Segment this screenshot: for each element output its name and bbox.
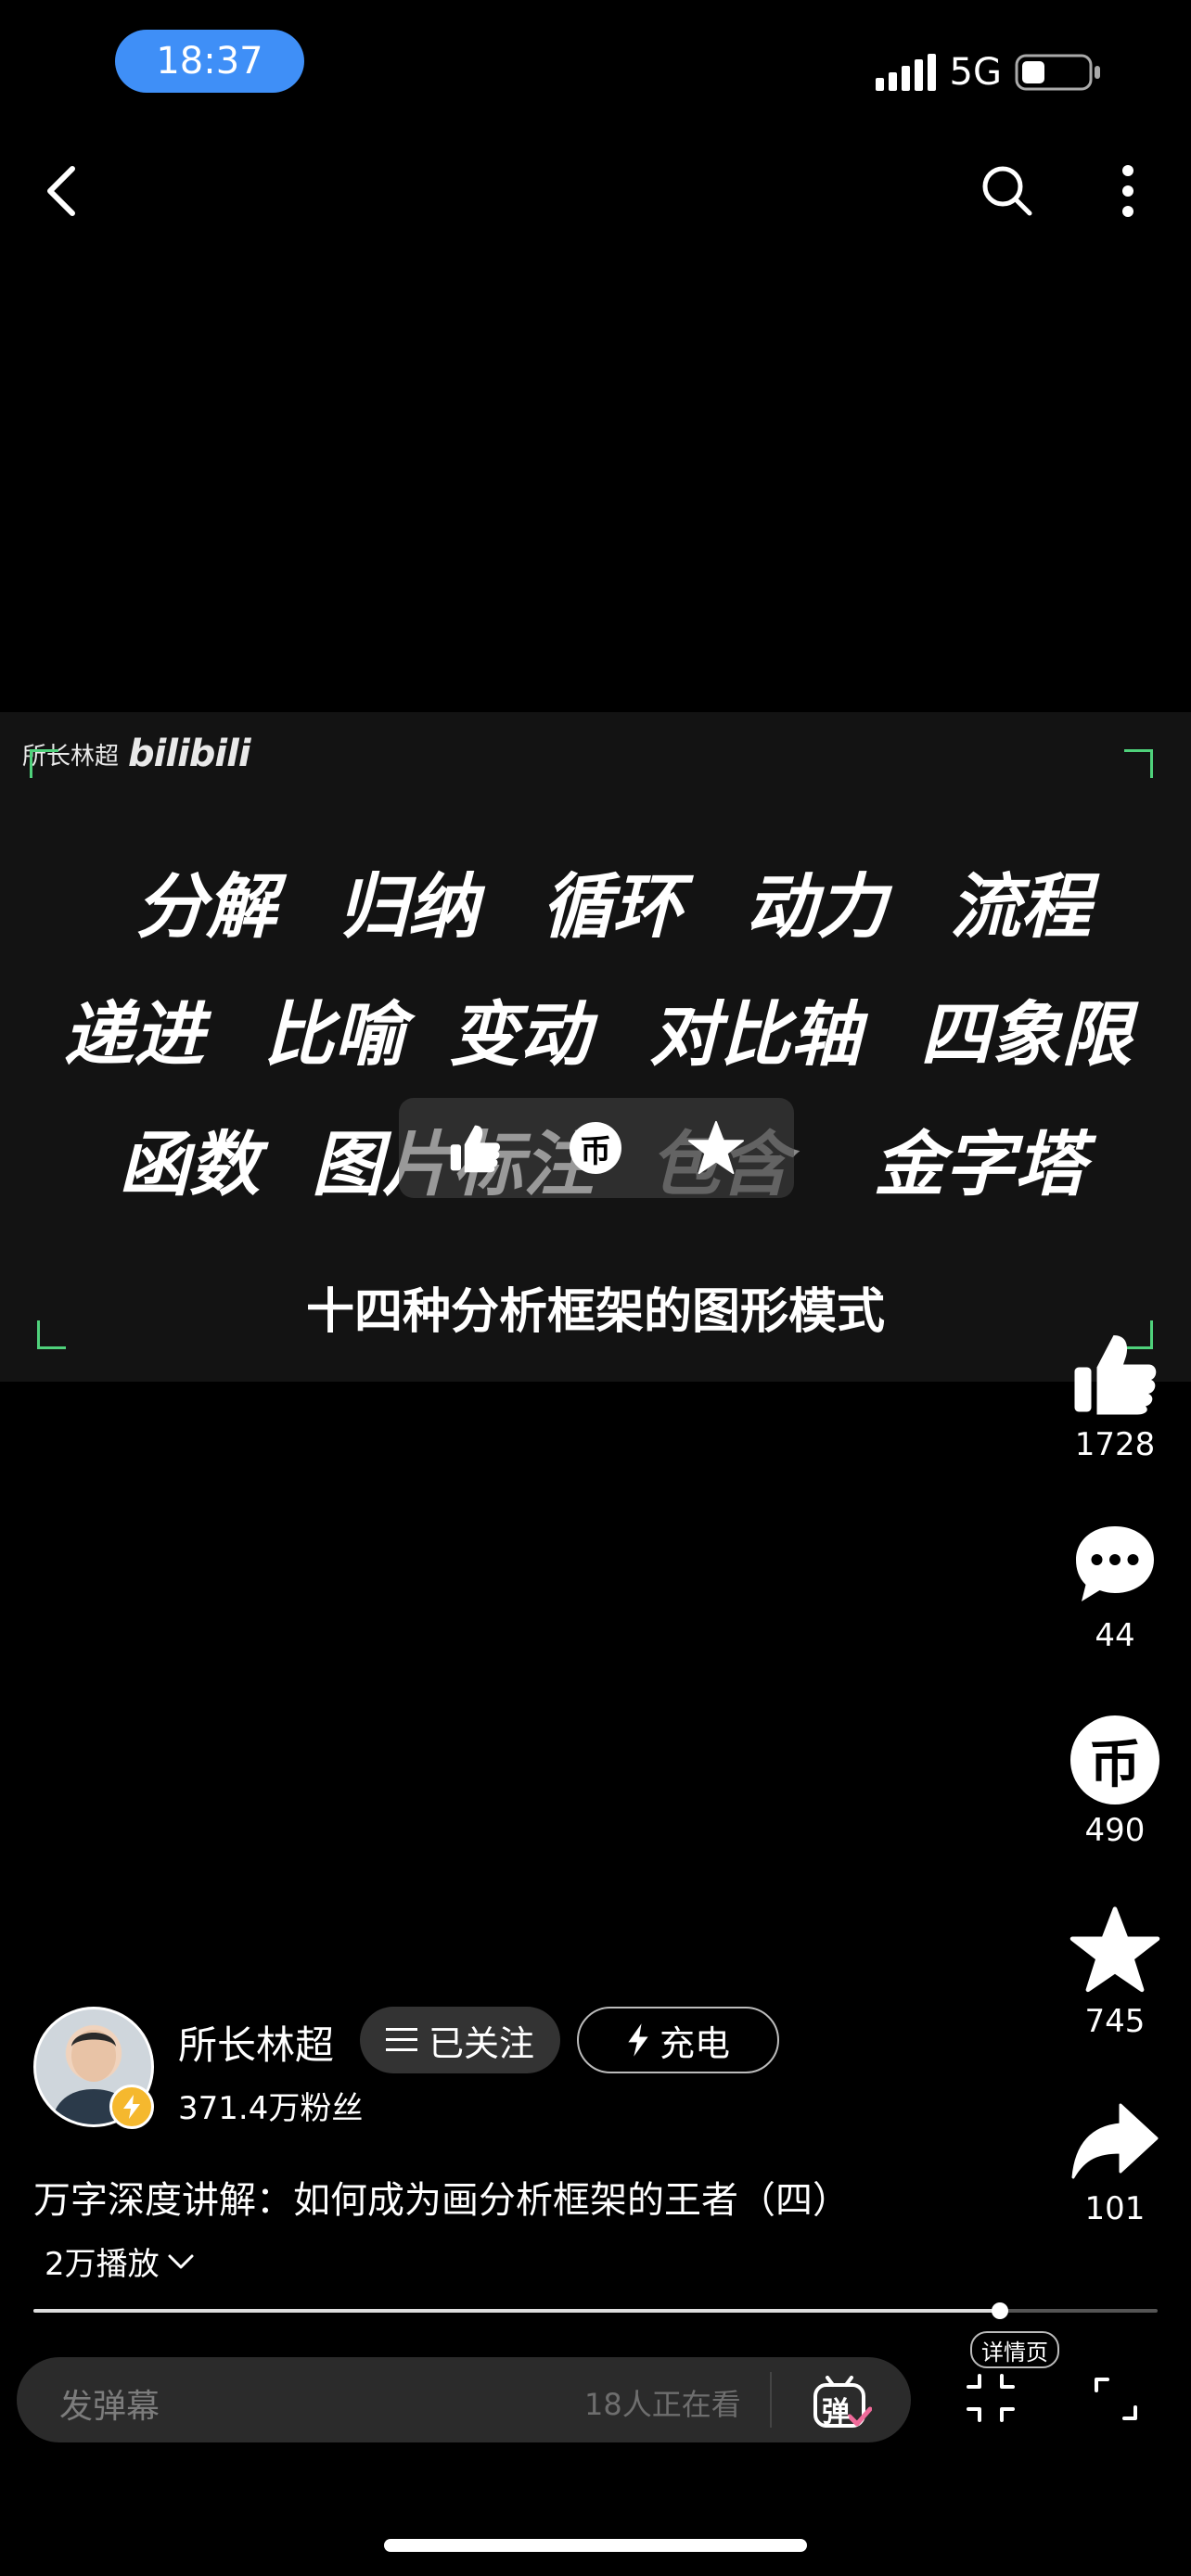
fans-count: 371.4万粉丝 [178,2090,364,2127]
share-icon [1071,2103,1159,2179]
frame-corner [30,749,58,778]
framework-word: 归纳 [338,865,479,948]
play-count-label: 2万播放 [45,2246,160,2283]
danmaku-toggle-icon: 弹 [813,2376,872,2431]
signal-icon [875,54,936,91]
uploader-name[interactable]: 所长林超 [178,2014,334,2071]
home-indicator[interactable] [384,2539,807,2552]
framework-word: 流程 [950,865,1091,948]
framework-word: 循环 [542,865,683,948]
danmaku-placeholder: 发弹幕 [59,2388,160,2426]
framework-word: 变动 [449,993,590,1076]
coin-icon: 币 [570,1122,621,1174]
danmaku-toggle-glyph: 弹 [822,2396,850,2429]
star-icon [687,1120,745,1175]
more-vertical-icon [1122,165,1133,217]
video-title: 万字深度讲解：如何成为画分析框架的王者（四） [33,2179,850,2222]
thumb-up-icon [450,1125,500,1173]
video-subtitle: 十四种分析框架的图形模式 [305,1284,885,1340]
frame-corner [1124,749,1153,778]
framework-word: 金字塔 [874,1123,1085,1205]
follow-button[interactable]: 已关注 [360,2007,560,2073]
fullscreen-icon [1095,2378,1137,2420]
fullscreen-button[interactable] [1093,2376,1139,2422]
overlay-coin-button[interactable]: 币 [566,1118,625,1178]
coin-icon: 币 [1070,1715,1159,1804]
comment-button[interactable]: 44 [1059,1521,1171,1654]
overlay-favorite-button[interactable] [683,1116,749,1180]
divider [770,2372,772,2428]
more-button[interactable] [1109,158,1146,224]
danmaku-toggle-button[interactable]: 弹 [809,2370,876,2437]
progress-knob[interactable] [992,2302,1009,2319]
status-time: 18:37 [115,30,304,93]
overlay-like-button[interactable] [442,1116,508,1180]
like-button[interactable]: 1728 [1059,1330,1171,1463]
watching-count: 18人正在看 [584,2387,741,2422]
chevron-left-icon [47,166,75,216]
comment-icon [1076,1526,1154,1601]
favorite-button[interactable]: 745 [1059,1905,1171,2040]
star-icon [1069,1906,1160,1993]
menu-lines-icon [385,2028,417,2051]
chevron-down-icon [168,2254,194,2268]
framework-word: 分解 [135,865,276,948]
status-indicators: 5G [875,48,1102,96]
charge-button[interactable]: 充电 [577,2007,779,2073]
like-count: 1728 [1074,1426,1156,1463]
charge-label: 充电 [659,2022,730,2064]
framework-word: 递进 [63,993,204,1076]
share-button[interactable]: 101 [1059,2099,1171,2227]
share-count: 101 [1084,2190,1146,2227]
thumb-up-icon [1074,1335,1157,1415]
back-button[interactable] [33,158,89,224]
collapse-icon [967,2374,1015,2422]
framework-word: 四象限 [920,993,1132,1076]
coin-count: 490 [1084,1812,1146,1849]
search-button[interactable] [976,159,1039,223]
framework-word: 动力 [746,865,887,948]
coin-button[interactable]: 币 490 [1059,1715,1171,1849]
lightning-badge-icon [109,2085,154,2129]
shrink-button[interactable] [965,2372,1017,2424]
lightning-icon [628,2023,648,2057]
bilibili-logo: bilibili [128,733,251,775]
play-count[interactable]: 2万播放 [45,2238,195,2284]
framework-word: 对比轴 [649,993,861,1076]
framework-word: 比喻 [263,993,404,1076]
detail-page-tag[interactable]: 详情页 [970,2331,1059,2368]
comment-count: 44 [1095,1617,1135,1654]
search-icon [982,166,1032,216]
battery-icon [1015,54,1100,91]
progress-played [33,2309,1001,2313]
follow-label: 已关注 [428,2022,534,2064]
network-label: 5G [949,51,1002,94]
framework-word: 函数 [119,1123,260,1205]
favorite-count: 745 [1084,2003,1146,2040]
